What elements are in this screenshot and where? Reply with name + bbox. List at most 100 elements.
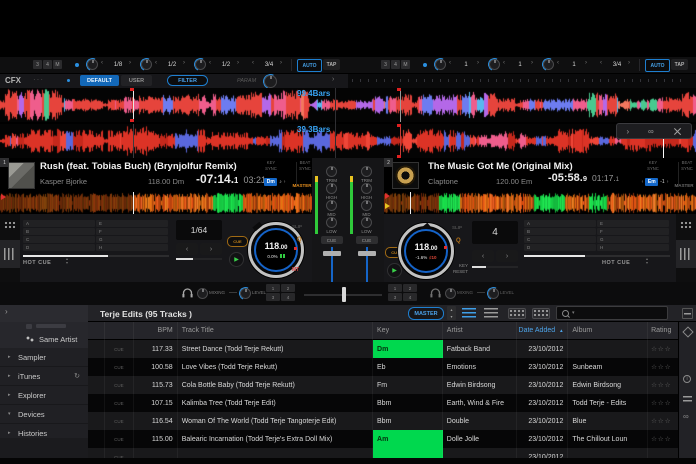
- mixer-mid-knob-ch2[interactable]: [361, 200, 372, 211]
- hot-cue-pad-deck2-g[interactable]: G: [597, 236, 669, 243]
- search-box[interactable]: ▾: [556, 306, 668, 320]
- grid-expand-icon[interactable]: ›: [626, 127, 629, 136]
- deck1-play-button[interactable]: ▶: [229, 252, 244, 267]
- fx-knob-2-right[interactable]: [489, 59, 500, 70]
- pad-bank-button-3[interactable]: 3: [266, 293, 280, 301]
- pad-mode-icon[interactable]: [680, 221, 692, 230]
- fader-handle[interactable]: [323, 251, 341, 256]
- deck1-beat-sync-label[interactable]: BEAT SYNC: [297, 160, 313, 172]
- hot-cue-page-arrows[interactable]: ▴ ▾: [66, 257, 68, 265]
- browser-master-button[interactable]: MASTER: [408, 307, 444, 320]
- fx-knob-1-left[interactable]: [87, 59, 98, 70]
- hot-cue-page-arrows[interactable]: ▴ ▾: [646, 257, 648, 265]
- key-prev-arrow[interactable]: ‹: [261, 179, 263, 185]
- hot-cue-pad-deck1-a[interactable]: A: [23, 220, 95, 227]
- mixer-mid-knob-ch1[interactable]: [326, 200, 337, 211]
- headphones-icon[interactable]: [430, 288, 441, 298]
- fx-beat-4-right[interactable]: 4: [391, 60, 400, 69]
- deck1-slip-label[interactable]: SLIP: [292, 224, 302, 229]
- fx-slot1-next-left[interactable]: ›: [129, 60, 131, 66]
- fx-slot2-next-right[interactable]: ›: [531, 60, 533, 66]
- header-album[interactable]: Album: [568, 322, 648, 340]
- pad-mode-icon[interactable]: [4, 221, 16, 230]
- cfx-user-button[interactable]: USER: [121, 75, 152, 86]
- deck2-beat-jump-back[interactable]: ‹: [472, 250, 494, 262]
- fx-slot1-prev-left[interactable]: ‹: [101, 60, 103, 66]
- deck2-beat-jump-fwd[interactable]: ›: [496, 250, 518, 262]
- header-date-added[interactable]: Date Added▲: [517, 322, 569, 340]
- tree-arrow-icon[interactable]: ▸: [8, 430, 18, 436]
- fx-tap-button-left[interactable]: TAP: [323, 59, 340, 70]
- header-artist[interactable]: Artist: [443, 322, 517, 340]
- waveform-display-deck2[interactable]: [0, 124, 696, 158]
- pad-bank-button-1[interactable]: 1: [388, 284, 402, 292]
- deck1-beat-jump-fwd[interactable]: ›: [200, 243, 222, 255]
- cfx-mode-dots[interactable]: ···: [33, 75, 44, 84]
- fx-beat-select-next-right[interactable]: ›: [628, 60, 630, 66]
- fx-beat-select-next-left[interactable]: ›: [280, 60, 282, 66]
- hot-cue-pad-deck1-h[interactable]: H: [96, 244, 168, 251]
- sidebar-item-explorer[interactable]: ▸Explorer: [0, 386, 88, 405]
- cue-cell[interactable]: CUE: [105, 448, 134, 458]
- sidebar-item-same-artist[interactable]: Same Artist: [0, 330, 88, 348]
- rating-cell[interactable]: ☆☆☆: [648, 412, 678, 430]
- fx-slot2-value-left[interactable]: 1/2: [163, 60, 181, 70]
- info-panel-icon[interactable]: [682, 308, 693, 319]
- fx-knob-3-right[interactable]: [543, 59, 554, 70]
- key-next-arrow[interactable]: ›: [667, 179, 669, 185]
- deck1-key-badge-row[interactable]: ‹ Dm ♪ ›: [252, 178, 294, 186]
- rating-cell[interactable]: ☆☆☆: [648, 430, 678, 448]
- track-row[interactable]: CUE116.54Woman Of The World (Todd Terje …: [88, 412, 678, 430]
- deck2-master-indicator[interactable]: MASTER: [673, 181, 695, 189]
- rating-cell[interactable]: [648, 448, 678, 458]
- pad-bank-button-4[interactable]: 4: [403, 293, 417, 301]
- spinner-down-icon[interactable]: ▾: [447, 313, 456, 320]
- headphones-level-knob[interactable]: [240, 288, 251, 299]
- fader-handle[interactable]: [358, 251, 376, 256]
- hot-cue-pad-deck2-f[interactable]: F: [597, 228, 669, 235]
- deck1-key-sync-label[interactable]: KEY SYNC: [258, 160, 284, 172]
- fx-beat-m-right[interactable]: M: [401, 60, 410, 69]
- rating-cell[interactable]: ☆☆☆: [648, 358, 678, 376]
- page-down-icon[interactable]: ▾: [66, 261, 68, 265]
- sidebar-item-itunes[interactable]: ▸iTunes↻: [0, 367, 88, 386]
- fx-auto-button-right[interactable]: AUTO: [645, 59, 670, 72]
- tag-icon[interactable]: [682, 326, 693, 337]
- hot-cue-pad-deck1-e[interactable]: E: [96, 220, 168, 227]
- fx-slot2-prev-right[interactable]: ‹: [503, 60, 505, 66]
- mixer-cue-button-ch2[interactable]: CUE: [356, 236, 378, 244]
- cfx-expand-arrow[interactable]: ›: [332, 76, 334, 83]
- tree-arrow-icon[interactable]: ▸: [8, 392, 18, 398]
- channel-fader-ch1[interactable]: [322, 247, 342, 285]
- pad-bank-button-2[interactable]: 2: [403, 284, 417, 292]
- waveform-display-deck1[interactable]: [0, 88, 696, 122]
- deck2-key-reset-label[interactable]: KEY RESET: [440, 263, 468, 275]
- track-row[interactable]: CUE23/10/2012: [88, 448, 678, 458]
- crossfader-handle[interactable]: [342, 287, 346, 302]
- fx-slot3-next-right[interactable]: ›: [585, 60, 587, 66]
- pad-bank-button-3[interactable]: 3: [388, 293, 402, 301]
- rating-cell[interactable]: ☆☆☆: [648, 340, 678, 358]
- deck2-slip-label[interactable]: SLIP: [452, 225, 462, 230]
- headphones-icon[interactable]: [182, 288, 193, 298]
- collapse-arrow-icon[interactable]: ›: [5, 307, 8, 316]
- fx-slot3-next-left[interactable]: ›: [237, 60, 239, 66]
- fx-knob-1-right[interactable]: [435, 59, 446, 70]
- cue-cell[interactable]: CUE: [105, 340, 134, 358]
- search-filter-caret-icon[interactable]: ▾: [572, 310, 575, 316]
- hot-cue-pad-deck1-b[interactable]: B: [23, 228, 95, 235]
- fx-knob-2-left[interactable]: [141, 59, 152, 70]
- cue-cell[interactable]: CUE: [105, 394, 134, 412]
- mixer-trim-knob-ch1[interactable]: [326, 166, 337, 177]
- fx-knob-3-left[interactable]: [195, 59, 206, 70]
- sidebar-collapse-bar[interactable]: ›: [0, 305, 88, 322]
- fx-slot1-prev-right[interactable]: ‹: [449, 60, 451, 66]
- mixer-high-knob-ch1[interactable]: [326, 183, 337, 194]
- fx-slot2-next-left[interactable]: ›: [183, 60, 185, 66]
- sidebar-item-sampler[interactable]: ▸Sampler: [0, 348, 88, 367]
- headphones-mixing-knob[interactable]: [197, 288, 208, 299]
- channel-fader-ch2[interactable]: [357, 247, 377, 285]
- keyboard-import-icon[interactable]: [508, 308, 526, 319]
- track-row[interactable]: CUE117.33Street Dance (Todd Terje Rekutt…: [88, 340, 678, 358]
- fx-slot2-prev-left[interactable]: ‹: [155, 60, 157, 66]
